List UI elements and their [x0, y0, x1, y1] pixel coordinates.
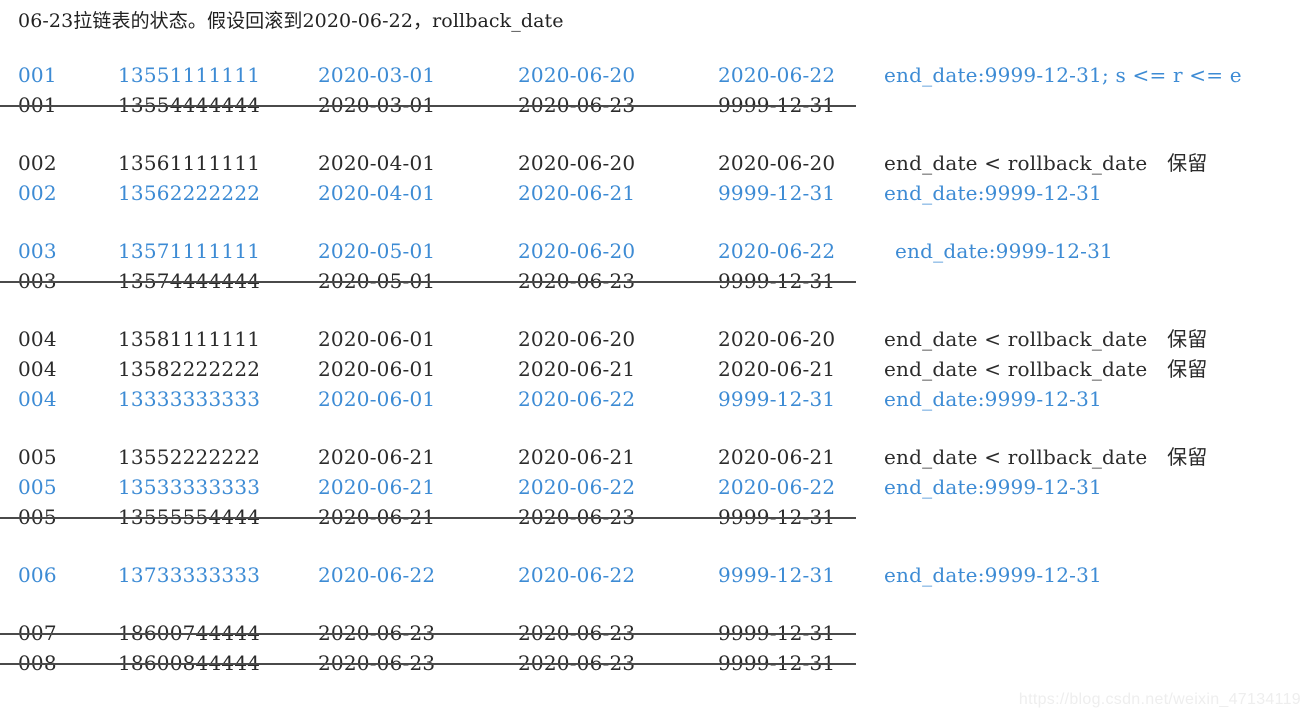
row-group: 003 13571111111 2020-05-01 2020-06-20 2020-0…	[0, 236, 1311, 296]
table-row: 002 13561111111 2020-04-01 2020-06-20 2020-0…	[0, 148, 1311, 178]
cell-note: end_date < rollback_date 保留	[884, 151, 1208, 175]
strikethrough-rule	[0, 517, 856, 519]
row-group: 004 13581111111 2020-06-01 2020-06-20 2020-0…	[0, 324, 1311, 414]
row-group: 006 13733333333 2020-06-22 2020-06-22 9999-1…	[0, 560, 1311, 590]
cell-id: 004	[18, 327, 57, 351]
cell-end-date: 2020-06-21	[718, 445, 836, 469]
strikethrough-rule	[0, 633, 856, 635]
cell-note: end_date < rollback_date 保留	[884, 357, 1208, 381]
strikethrough-rule	[0, 663, 856, 665]
row-group: 007 18600744444 2020-06-23 2020-06-23 9999-1…	[0, 618, 1311, 678]
cell-start-date: 2020-06-01	[318, 387, 436, 411]
table-row: 005 13555554444 2020-06-21 2020-06-23 9999-1…	[0, 502, 1311, 532]
cell-phone: 13582222222	[118, 357, 261, 381]
cell-modify-date: 2020-06-20	[518, 327, 636, 351]
cell-phone: 13733333333	[118, 563, 261, 587]
cell-modify-date: 2020-06-21	[518, 181, 636, 205]
cell-end-date: 2020-06-22	[718, 475, 836, 499]
cell-phone: 13562222222	[118, 181, 261, 205]
cell-note: end_date < rollback_date 保留	[884, 445, 1208, 469]
cell-start-date: 2020-06-22	[318, 563, 436, 587]
table-row: 008 18600844444 2020-06-23 2020-06-23 9999-1…	[0, 648, 1311, 678]
cell-id: 002	[18, 151, 57, 175]
cell-note: end_date:9999-12-31	[884, 475, 1102, 499]
cell-end-date: 9999-12-31	[718, 563, 836, 587]
table-row: 005 13552222222 2020-06-21 2020-06-21 2020-0…	[0, 442, 1311, 472]
cell-phone: 13333333333	[118, 387, 261, 411]
table-row: 005 13533333333 2020-06-21 2020-06-22 2020-0…	[0, 472, 1311, 502]
cell-phone: 13561111111	[118, 151, 261, 175]
cell-phone: 13533333333	[118, 475, 261, 499]
row-group: 005 13552222222 2020-06-21 2020-06-21 2020-0…	[0, 442, 1311, 532]
cell-start-date: 2020-04-01	[318, 151, 436, 175]
cell-note: end_date < rollback_date 保留	[884, 327, 1208, 351]
cell-phone: 13552222222	[118, 445, 261, 469]
row-group: 002 13561111111 2020-04-01 2020-06-20 2020-0…	[0, 148, 1311, 208]
cell-start-date: 2020-06-01	[318, 357, 436, 381]
group-separator	[0, 296, 1311, 324]
cell-start-date: 2020-03-01	[318, 63, 436, 87]
table-row: 004 13333333333 2020-06-01 2020-06-22 9999-1…	[0, 384, 1311, 414]
group-separator	[0, 120, 1311, 148]
cell-end-date: 2020-06-22	[718, 239, 836, 263]
cell-id: 001	[18, 63, 57, 87]
strikethrough-rule	[0, 105, 856, 107]
cell-end-date: 9999-12-31	[718, 387, 836, 411]
cell-start-date: 2020-04-01	[318, 181, 436, 205]
cell-start-date: 2020-05-01	[318, 239, 436, 263]
cell-modify-date: 2020-06-20	[518, 63, 636, 87]
cell-note: end_date:9999-12-31; s <= r <= e	[884, 63, 1242, 87]
table-row: 004 13582222222 2020-06-01 2020-06-21 2020-0…	[0, 354, 1311, 384]
cell-end-date: 2020-06-21	[718, 357, 836, 381]
cell-id: 004	[18, 357, 57, 381]
table-row: 006 13733333333 2020-06-22 2020-06-22 9999-1…	[0, 560, 1311, 590]
cell-end-date: 2020-06-20	[718, 327, 836, 351]
cell-note: end_date:9999-12-31	[895, 239, 1113, 263]
cell-end-date: 9999-12-31	[718, 181, 836, 205]
group-separator	[0, 532, 1311, 560]
cell-modify-date: 2020-06-22	[518, 563, 636, 587]
cell-id: 006	[18, 563, 57, 587]
group-separator	[0, 590, 1311, 618]
cell-modify-date: 2020-06-21	[518, 445, 636, 469]
zipper-table: 001 13551111111 2020-03-01 2020-06-20 2020-0…	[0, 60, 1311, 678]
cell-note: end_date:9999-12-31	[884, 387, 1102, 411]
row-group: 001 13551111111 2020-03-01 2020-06-20 2020-0…	[0, 60, 1311, 120]
cell-id: 005	[18, 445, 57, 469]
cell-id: 002	[18, 181, 57, 205]
cell-phone: 13551111111	[118, 63, 261, 87]
cell-start-date: 2020-06-21	[318, 475, 436, 499]
cell-phone: 13571111111	[118, 239, 261, 263]
table-row: 001 13554444444 2020-03-01 2020-06-23 9999-1…	[0, 90, 1311, 120]
table-row: 004 13581111111 2020-06-01 2020-06-20 2020-0…	[0, 324, 1311, 354]
cell-id: 004	[18, 387, 57, 411]
table-row: 003 13574444444 2020-05-01 2020-06-23 9999-1…	[0, 266, 1311, 296]
page-caption: 06-23拉链表的状态。假设回滚到2020-06-22，rollback_dat…	[18, 10, 564, 32]
watermark-text: https://blog.csdn.net/weixin_47134119	[1018, 691, 1301, 708]
cell-note: end_date:9999-12-31	[884, 563, 1102, 587]
cell-start-date: 2020-06-01	[318, 327, 436, 351]
table-row: 007 18600744444 2020-06-23 2020-06-23 9999-1…	[0, 618, 1311, 648]
table-row: 001 13551111111 2020-03-01 2020-06-20 2020-0…	[0, 60, 1311, 90]
cell-start-date: 2020-06-21	[318, 445, 436, 469]
group-separator	[0, 208, 1311, 236]
cell-modify-date: 2020-06-22	[518, 475, 636, 499]
cell-note: end_date:9999-12-31	[884, 181, 1102, 205]
group-separator	[0, 414, 1311, 442]
cell-modify-date: 2020-06-20	[518, 239, 636, 263]
strikethrough-rule	[0, 281, 856, 283]
cell-end-date: 2020-06-22	[718, 63, 836, 87]
table-row: 002 13562222222 2020-04-01 2020-06-21 9999-1…	[0, 178, 1311, 208]
cell-id: 003	[18, 239, 57, 263]
cell-modify-date: 2020-06-22	[518, 387, 636, 411]
cell-modify-date: 2020-06-20	[518, 151, 636, 175]
table-row: 003 13571111111 2020-05-01 2020-06-20 2020-0…	[0, 236, 1311, 266]
cell-id: 005	[18, 475, 57, 499]
cell-phone: 13581111111	[118, 327, 261, 351]
cell-end-date: 2020-06-20	[718, 151, 836, 175]
cell-modify-date: 2020-06-21	[518, 357, 636, 381]
page-root: 06-23拉链表的状态。假设回滚到2020-06-22，rollback_dat…	[0, 0, 1311, 715]
